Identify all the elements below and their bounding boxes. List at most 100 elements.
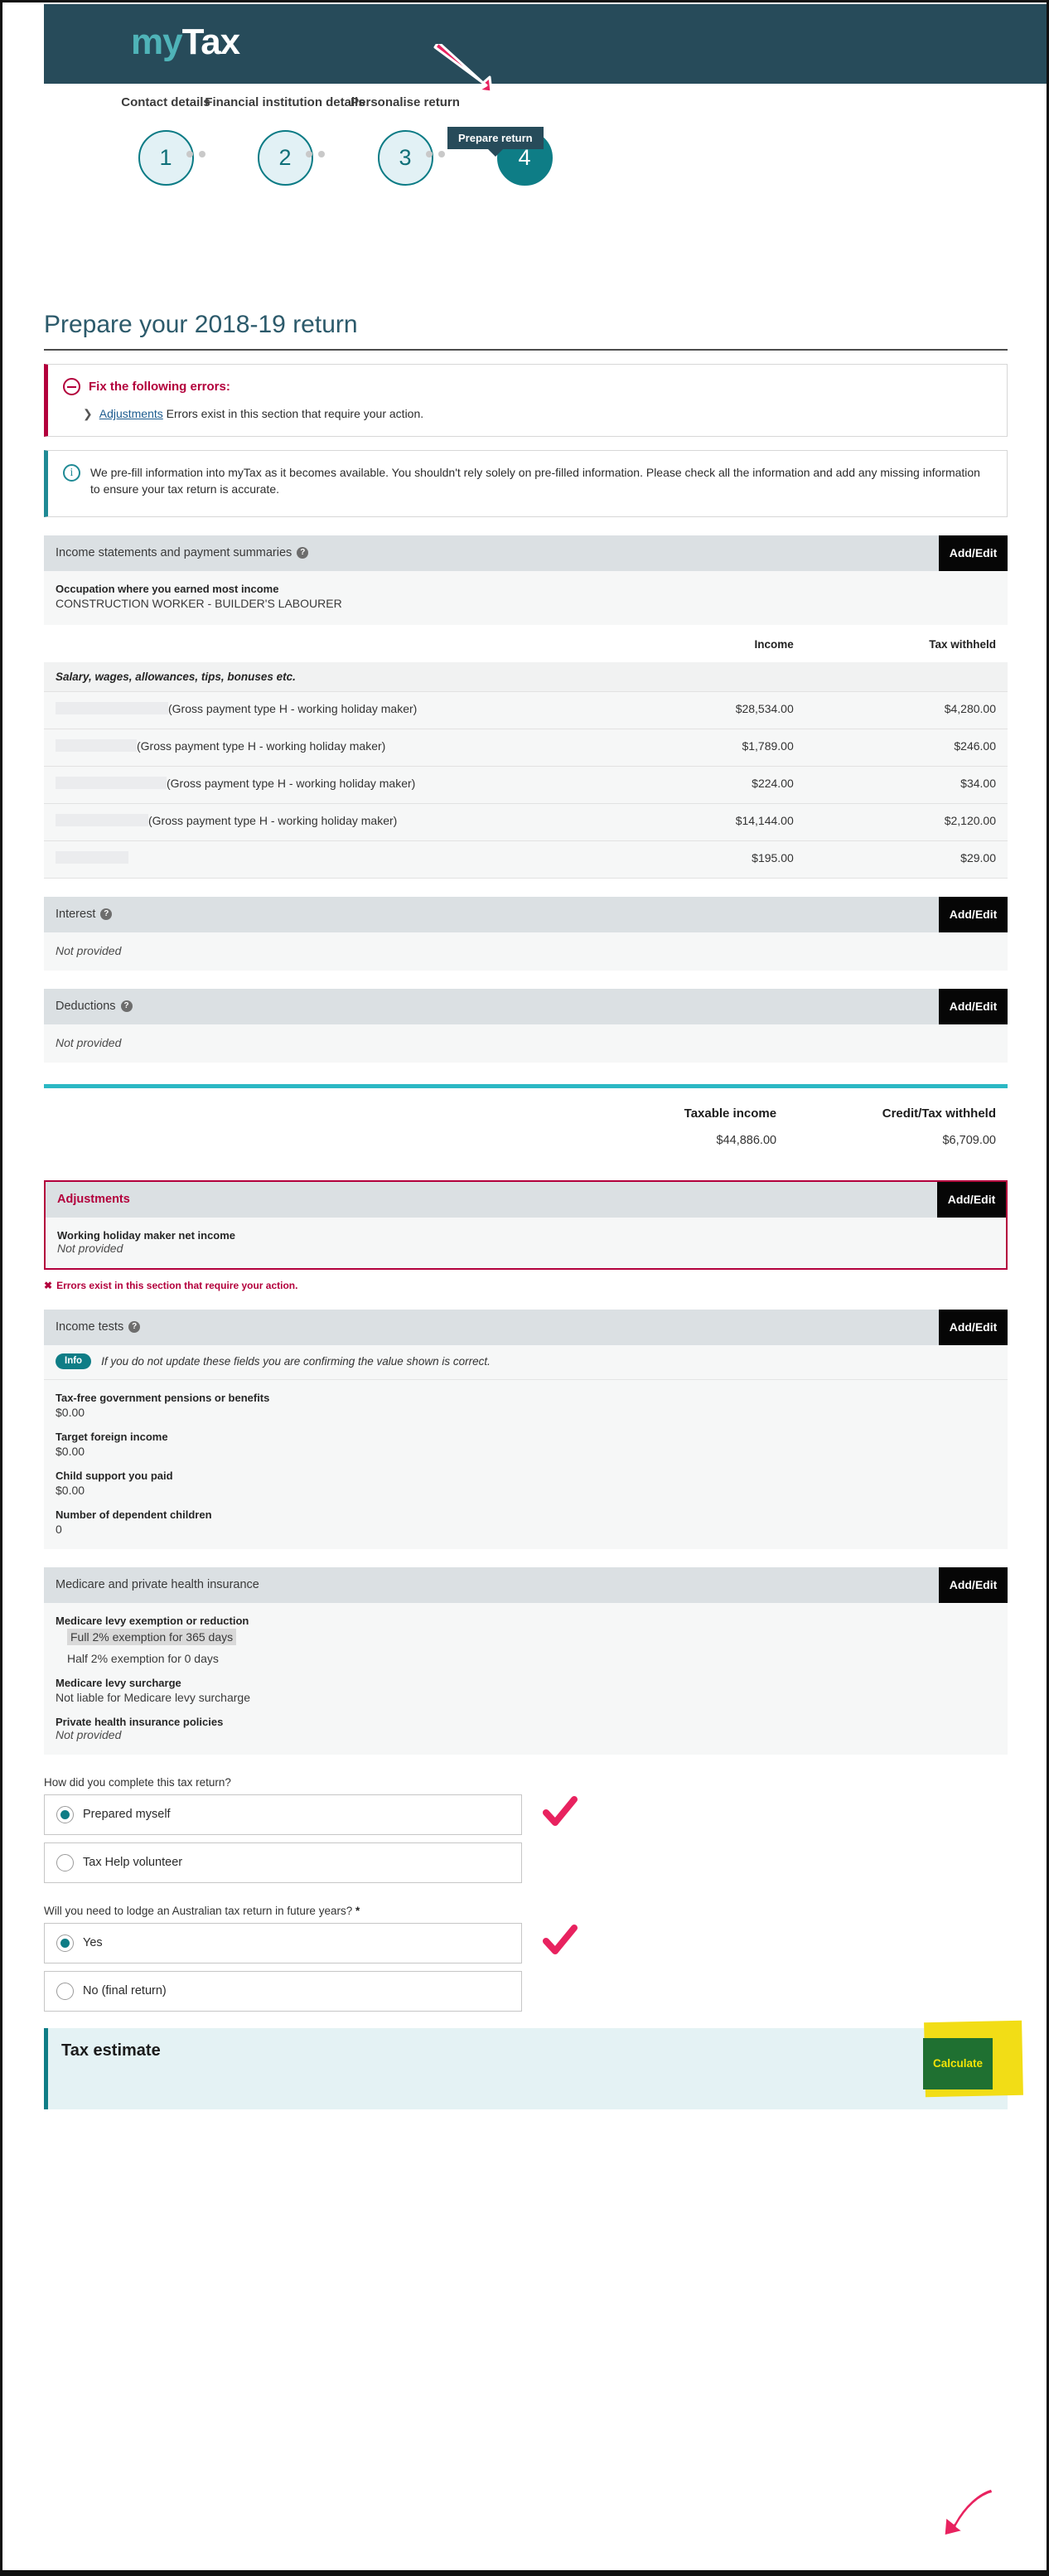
help-icon[interactable]: ? — [128, 1321, 140, 1333]
mytax-logo[interactable]: myTax — [131, 24, 239, 61]
section-title: Medicare and private health insurance — [56, 1578, 259, 1591]
step-number: 3 — [378, 130, 433, 186]
radio-dot-icon[interactable] — [56, 1806, 74, 1823]
radio-label: Tax Help volunteer — [83, 1856, 182, 1869]
table-row: (Gross payment type H - working holiday … — [44, 729, 1008, 766]
section-title-wrap: Deductions ? — [44, 989, 939, 1024]
section-header: Medicare and private health insurance Ad… — [44, 1567, 1008, 1603]
add-edit-button-income-statements[interactable]: Add/Edit — [939, 535, 1008, 571]
tax-estimate-panel: Tax estimate Calculate — [44, 2028, 1008, 2109]
income-test-value: 0 — [56, 1523, 996, 1536]
income-test-label: Number of dependent children — [56, 1508, 996, 1521]
income-row-description: (Gross payment type H - working holiday … — [44, 766, 603, 803]
redacted-employer-name — [56, 702, 168, 714]
income-tests-info-text: If you do not update these fields you ar… — [101, 1355, 491, 1368]
prefill-info-panel: i We pre-fill information into myTax as … — [44, 450, 1008, 517]
radio-dot-icon[interactable] — [56, 1854, 74, 1871]
prefill-info-text: We pre-fill information into myTax as it… — [90, 464, 992, 498]
chevron-right-icon: ❯ — [83, 407, 93, 421]
section-title: Adjustments — [57, 1193, 130, 1206]
section-title-wrap: Interest ? — [44, 897, 939, 932]
medicare-surcharge-block: Medicare levy surcharge Not liable for M… — [56, 1677, 996, 1704]
income-test-label: Tax-free government pensions or benefits — [56, 1392, 996, 1404]
section-title-wrap: Income tests ? — [44, 1310, 939, 1345]
section-body: Tax-free government pensions or benefits… — [44, 1380, 1008, 1549]
help-icon[interactable]: ? — [121, 1000, 133, 1012]
question-how-completed: How did you complete this tax return? Pr… — [44, 1776, 1008, 1883]
income-test-value: $0.00 — [56, 1445, 996, 1458]
section-income-tests: Income tests ? Add/Edit Info If you do n… — [44, 1310, 1008, 1549]
income-col-tax-withheld: Tax withheld — [805, 625, 1008, 662]
question-label: How did you complete this tax return? — [44, 1776, 1008, 1789]
mytax-prepare-return-page: myTax Contact details 1 Financial instit… — [0, 0, 1049, 2576]
private-health-value: Not provided — [56, 1728, 996, 1741]
radio-future-no[interactable]: No (final return) — [44, 1971, 522, 2012]
error-summary-title: Fix the following errors: — [89, 380, 230, 394]
radio-label: Prepared myself — [83, 1808, 171, 1821]
radio-future-yes[interactable]: Yes — [44, 1923, 522, 1963]
income-row-description: (Gross payment type H - working holiday … — [44, 729, 603, 766]
income-col-blank — [44, 625, 603, 662]
table-row: (Gross payment type H - working holiday … — [44, 766, 1008, 803]
section-title-wrap: Medicare and private health insurance — [44, 1567, 939, 1603]
add-edit-button-medicare[interactable]: Add/Edit — [939, 1567, 1008, 1603]
income-row-description: (Gross payment type H - working holiday … — [44, 803, 603, 840]
help-icon[interactable]: ? — [100, 908, 112, 920]
income-test-value: $0.00 — [56, 1406, 996, 1419]
annotation-arrow-icon — [432, 44, 496, 94]
section-header: Income statements and payment summaries … — [44, 535, 1008, 571]
section-body: Not provided — [44, 1024, 1008, 1063]
info-badge: Info — [56, 1353, 91, 1369]
radio-tax-help-volunteer[interactable]: Tax Help volunteer — [44, 1842, 522, 1883]
income-test-label: Target foreign income — [56, 1431, 996, 1443]
calculate-button[interactable]: Calculate — [923, 2038, 993, 2089]
add-edit-button-deductions[interactable]: Add/Edit — [939, 989, 1008, 1024]
redacted-employer-name — [56, 814, 148, 826]
income-test-label: Child support you paid — [56, 1470, 996, 1482]
help-icon[interactable]: ? — [297, 547, 308, 559]
income-row-tax-withheld: $4,280.00 — [805, 691, 1008, 729]
income-test-field: Number of dependent children 0 — [56, 1508, 996, 1536]
section-title: Income statements and payment summaries — [56, 546, 292, 559]
section-header: Adjustments Add/Edit — [46, 1182, 1006, 1218]
page-title: Prepare your 2018-19 return — [44, 311, 1008, 351]
income-row-tax-withheld: $2,120.00 — [805, 803, 1008, 840]
radio-prepared-myself[interactable]: Prepared myself — [44, 1794, 522, 1835]
medicare-exemption-block: Medicare levy exemption or reduction Ful… — [56, 1615, 996, 1665]
occupation-block: Occupation where you earned most income … — [44, 571, 1008, 625]
section-interest: Interest ? Add/Edit Not provided — [44, 897, 1008, 971]
section-income-statements: Income statements and payment summaries … — [44, 535, 1008, 879]
add-edit-button-adjustments[interactable]: Add/Edit — [937, 1182, 1006, 1218]
income-table: Income Tax withheld Salary, wages, allow… — [44, 625, 1008, 879]
income-test-field: Target foreign income $0.00 — [56, 1431, 996, 1458]
error-summary-panel: Fix the following errors: ❯ Adjustments … — [44, 364, 1008, 437]
step-number: 2 — [258, 130, 313, 186]
annotation-arrow-icon — [931, 2483, 997, 2541]
add-edit-button-interest[interactable]: Add/Edit — [939, 897, 1008, 932]
info-circle-icon: i — [63, 464, 80, 482]
private-health-block: Private health insurance policies Not pr… — [56, 1716, 996, 1741]
section-deductions: Deductions ? Add/Edit Not provided — [44, 989, 1008, 1063]
error-link-adjustments[interactable]: Adjustments — [99, 407, 163, 420]
totals-col-taxable-income: Taxable income — [603, 1093, 789, 1126]
section-header: Deductions ? Add/Edit — [44, 989, 1008, 1024]
main-content: Prepare your 2018-19 return Fix the foll… — [44, 311, 1008, 2109]
income-test-value: $0.00 — [56, 1484, 996, 1497]
income-test-field: Tax-free government pensions or benefits… — [56, 1392, 996, 1419]
section-title: Interest — [56, 908, 95, 921]
deductions-value: Not provided — [56, 1036, 996, 1049]
table-row: $195.00$29.00 — [44, 840, 1008, 878]
radio-dot-icon[interactable] — [56, 1983, 74, 2000]
progress-stepper: Contact details 1 Financial institution … — [44, 95, 1047, 191]
annotation-tick-icon — [543, 1796, 578, 1831]
add-edit-button-income-tests[interactable]: Add/Edit — [939, 1310, 1008, 1345]
radio-label: Yes — [83, 1936, 103, 1949]
question-label-text: Will you need to lodge an Australian tax… — [44, 1905, 352, 1917]
totals-col-blank — [44, 1093, 603, 1126]
redacted-employer-name — [56, 777, 167, 789]
radio-dot-icon[interactable] — [56, 1934, 74, 1952]
income-row-income: $224.00 — [603, 766, 805, 803]
section-body: Working holiday maker net income Not pro… — [46, 1218, 1006, 1268]
income-table-header-row: Income Tax withheld — [44, 625, 1008, 662]
section-title-wrap: Adjustments — [46, 1182, 937, 1218]
